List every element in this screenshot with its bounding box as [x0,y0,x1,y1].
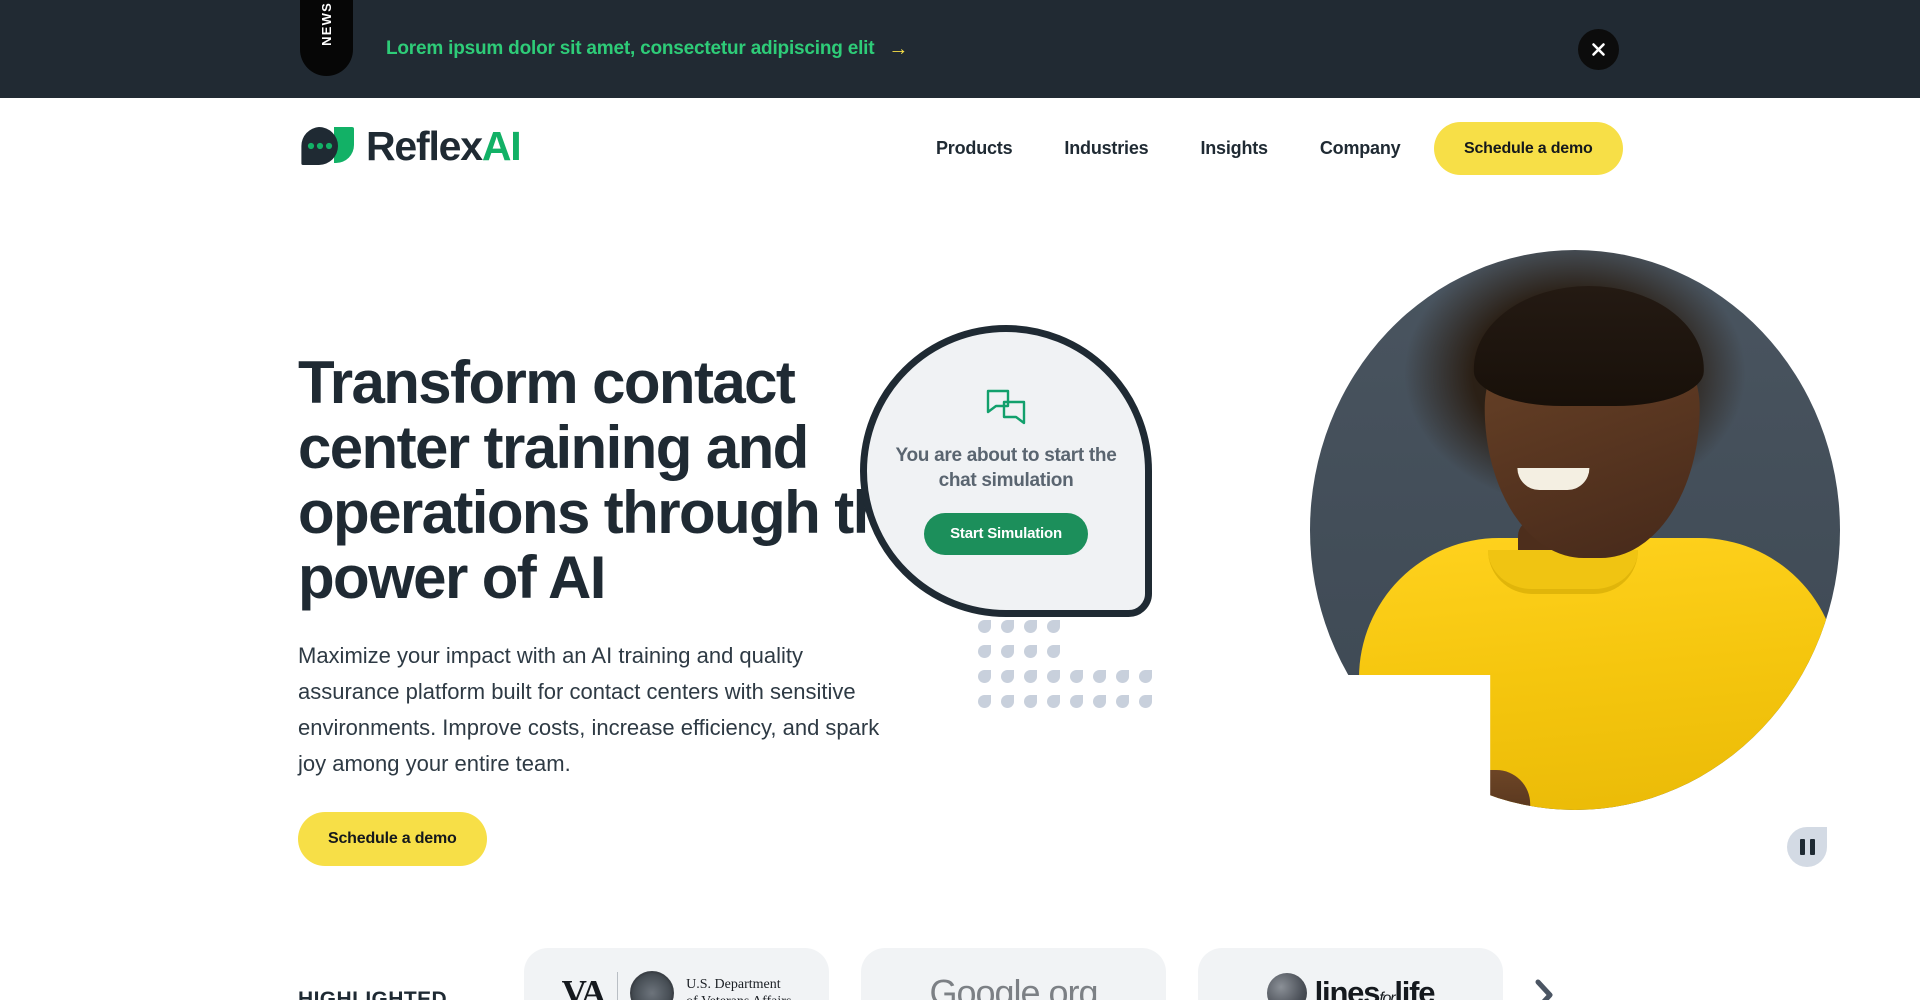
dot [1024,620,1037,633]
bubble-message: You are about to start the chat simulati… [895,444,1117,491]
highlighted-label: HIGHLIGHTED [298,988,448,1000]
dot [1001,695,1014,708]
dot [1139,695,1152,708]
news-message-text: Lorem ipsum dolor sit amet, consectetur … [386,38,875,59]
news-tab: NEWS [300,0,353,76]
dot [1024,670,1037,683]
dot [1047,695,1060,708]
highlighted-partners-strip: HIGHLIGHTED VA U.S. Department of Vetera… [0,940,1920,1000]
dot [1139,670,1152,683]
hero-visual: You are about to start the chat simulati… [860,230,1920,880]
nav-item-products[interactable]: Products [910,138,1038,159]
dot [1116,695,1129,708]
lines-for-life-mark-icon [1266,973,1307,1000]
pause-icon-bar-right [1809,839,1815,855]
photo-hair [1473,286,1704,406]
lines-for-life-logo: linesforlife [1266,973,1436,1000]
dot [1001,670,1014,683]
nav-item-company[interactable]: Company [1294,138,1427,159]
logo[interactable]: ReflexAI [298,123,522,169]
va-line-2: of Veterans Affairs [686,994,791,1000]
hero-subtitle: Maximize your impact with an AI training… [298,643,880,776]
va-logo: VA U.S. Department of Veterans Affairs [561,971,791,1000]
hero-schedule-demo-button[interactable]: Schedule a demo [298,812,487,866]
news-tab-label: NEWS [319,2,334,46]
landing-page: NEWS Lorem ipsum dolor sit amet, consect… [0,0,1920,1000]
dot [978,695,991,708]
partner-logo-card-lines-for-life[interactable]: linesforlife [1198,948,1503,1000]
hero-copy: Transform contact center training and op… [298,350,928,866]
chat-bubble-logo-icon [298,125,360,167]
divider [616,972,619,1000]
partner-logo-card-va[interactable]: VA U.S. Department of Veterans Affairs [524,948,829,1000]
lfl-word-2: for [1379,990,1395,1000]
carousel-next-button[interactable] [1533,978,1555,1000]
va-monogram: VA [561,973,607,1000]
news-message-link[interactable]: Lorem ipsum dolor sit amet, consectetur … [386,0,908,98]
google-org-wordmark: Google.org [929,972,1098,1000]
dot [1001,620,1014,633]
arrow-right-icon: → [888,38,909,60]
pause-button[interactable] [1787,827,1827,867]
va-wordmark: U.S. Department of Veterans Affairs [686,976,791,1000]
dot [978,645,991,658]
dot [978,670,991,683]
hero-title: Transform contact center training and op… [298,349,921,611]
dot [1093,670,1106,683]
site-header: ReflexAI Products Industries Insights Co… [0,98,1920,198]
dot [978,620,991,633]
news-close-button[interactable] [1578,29,1619,70]
dot [1070,695,1083,708]
photo-collar [1488,550,1638,594]
dot [1070,670,1083,683]
nav-item-insights[interactable]: Insights [1174,138,1293,159]
va-seal-icon [630,971,675,1000]
dot [1116,670,1129,683]
news-banner: NEWS Lorem ipsum dolor sit amet, consect… [0,0,1920,98]
dot [1047,620,1060,633]
chevron-right-icon [1535,979,1553,1000]
logo-wordmark: ReflexAI [366,123,522,169]
main-nav: Products Industries Insights Company [910,98,1426,198]
photo-smile [1517,468,1590,490]
lines-for-life-wordmark: linesforlife [1314,975,1436,1000]
chat-simulation-bubble: You are about to start the chat simulati… [860,325,1152,617]
chat-bubbles-icon [985,388,1027,431]
lfl-word-3: life [1394,975,1435,1000]
dot [1024,695,1037,708]
partner-logo-card-google-org[interactable]: Google.org [861,948,1166,1000]
dot [1047,645,1060,658]
dot [1024,645,1037,658]
va-line-1: U.S. Department [686,977,781,992]
logo-text-accent: AI [481,123,522,169]
dot [1047,670,1060,683]
pause-icon-bar-left [1799,839,1805,855]
close-icon [1592,43,1605,56]
dot [1001,645,1014,658]
lfl-word-1: lines [1314,975,1381,1000]
header-schedule-demo-button[interactable]: Schedule a demo [1434,122,1623,175]
dot [1093,695,1106,708]
logo-text-primary: Reflex [366,123,483,169]
nav-item-industries[interactable]: Industries [1038,138,1174,159]
start-simulation-button[interactable]: Start Simulation [924,512,1088,555]
